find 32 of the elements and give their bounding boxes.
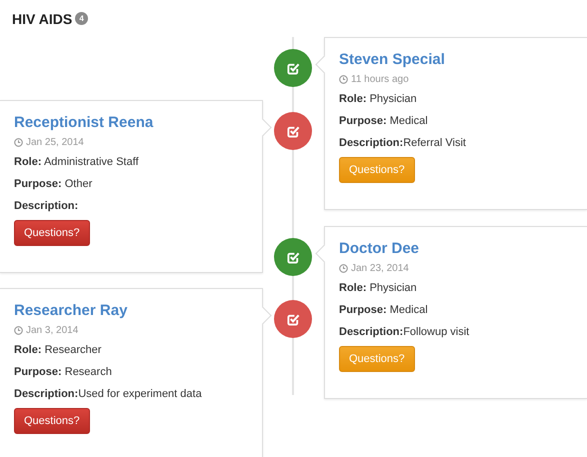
purpose-text: Purpose: Research [14, 366, 113, 378]
role-text: Role: Administrative Staff [14, 156, 140, 168]
check-square-icon [286, 312, 300, 326]
timestamp-text: Jan 23, 2014 [351, 263, 409, 274]
purpose-text: Purpose: Medical [339, 304, 429, 316]
check-square-icon [286, 250, 300, 264]
description-text: Description:Used for experiment data [14, 388, 203, 400]
clock-icon [14, 138, 23, 147]
timestamp-text: Jan 25, 2014 [26, 137, 84, 148]
timestamp-text: 11 hours ago [351, 74, 409, 85]
clock-icon [339, 264, 348, 273]
person-name: Doctor Dee [339, 240, 420, 257]
clock-icon [339, 75, 348, 84]
purpose-text: Purpose: Other [14, 178, 94, 190]
questions-button[interactable]: Questions? [14, 408, 90, 434]
role-text: Role: Physician [339, 282, 418, 294]
page-title: HIV AIDS [12, 10, 72, 26]
description-text: Description:Referral Visit [339, 137, 467, 149]
person-name: Receptionist Reena [14, 114, 154, 131]
person-name: Researcher Ray [14, 302, 128, 319]
purpose-text: Purpose: Medical [339, 115, 429, 127]
check-square-icon [286, 124, 300, 138]
clock-icon [14, 326, 23, 335]
person-name: Steven Special [339, 51, 446, 68]
count-badge: 4 [75, 12, 88, 25]
role-text: Role: Physician [339, 93, 418, 105]
questions-button[interactable]: Questions? [14, 220, 90, 246]
role-text: Role: Researcher [14, 344, 102, 356]
description-text: Description: [14, 200, 80, 212]
description-text: Description:Followup visit [339, 326, 470, 338]
check-square-icon [286, 62, 300, 74]
timestamp-text: Jan 3, 2014 [26, 325, 78, 336]
